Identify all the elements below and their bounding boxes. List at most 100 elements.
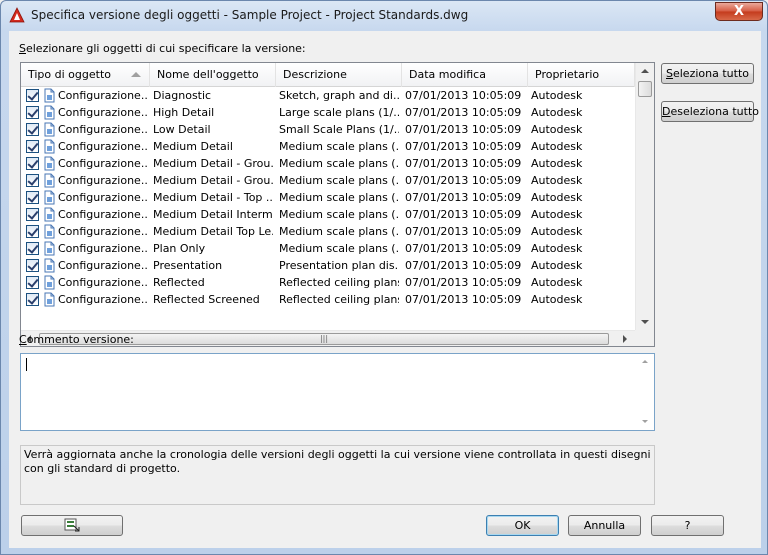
select-all-button[interactable]: Seleziona tutto — [661, 63, 754, 84]
table-row[interactable]: Configurazione... Medium Detail - Top ...… — [21, 189, 635, 206]
row-checkbox[interactable] — [26, 174, 39, 187]
cell-name: Medium Detail - Grou... — [153, 157, 273, 170]
column-header-description-label: Descrizione — [283, 68, 347, 81]
cell-date: 07/01/2013 10:05:09 — [405, 276, 522, 289]
cell-desc: Reflected ceiling plans — [279, 293, 399, 306]
icon-button[interactable] — [21, 515, 123, 536]
cancel-button[interactable]: Annulla — [568, 515, 641, 536]
column-header-name[interactable]: Nome dell'oggetto — [150, 63, 276, 87]
table-row[interactable]: Configurazione... Plan Only Medium scale p… — [21, 240, 635, 257]
cell-owner: Autodesk — [531, 157, 583, 170]
display-configuration-icon — [44, 88, 55, 103]
comment-scrollbar[interactable] — [637, 354, 654, 430]
scroll-down-icon[interactable] — [641, 320, 649, 324]
row-checkbox[interactable] — [26, 191, 39, 204]
ok-button[interactable]: OK — [486, 515, 559, 536]
cell-name: Medium Detail - Top ... — [153, 191, 273, 204]
cell-type: Configurazione... — [58, 174, 148, 187]
deselect-all-button[interactable]: Deseleziona tutto — [661, 101, 759, 122]
select-objects-label: Selezionare gli oggetti di cui specifica… — [19, 42, 306, 55]
column-header-owner[interactable]: Proprietario — [528, 63, 635, 87]
table-row[interactable]: Configurazione... Medium Detail - Grou...… — [21, 155, 635, 172]
column-header-owner-label: Proprietario — [535, 68, 600, 81]
table-row[interactable]: Configurazione... Medium Detail Interm...… — [21, 206, 635, 223]
close-icon: X — [733, 4, 745, 19]
display-configuration-icon — [44, 258, 55, 273]
row-checkbox[interactable] — [26, 140, 39, 153]
cell-owner: Autodesk — [531, 259, 583, 272]
grip-icon: ||| — [319, 334, 329, 343]
cell-date: 07/01/2013 10:05:09 — [405, 89, 522, 102]
comment-scroll-down-icon[interactable] — [642, 420, 648, 423]
cell-desc: Medium scale plans (... — [279, 208, 399, 221]
column-header-type[interactable]: Tipo di oggetto — [21, 63, 150, 87]
cell-type: Configurazione... — [58, 191, 148, 204]
cell-owner: Autodesk — [531, 225, 583, 238]
table-row[interactable]: Configurazione... Presentation Presentatio… — [21, 257, 635, 274]
objects-list[interactable]: Tipo di oggetto Nome dell'oggetto Descri… — [20, 62, 655, 347]
select-objects-label-mnemonic: S — [19, 42, 26, 55]
display-configuration-icon — [44, 224, 55, 239]
cell-owner: Autodesk — [531, 174, 583, 187]
table-row[interactable]: Configurazione... Reflected Reflected ceil… — [21, 274, 635, 291]
table-row[interactable]: Configurazione... Diagnostic Sketch, graph… — [21, 87, 635, 104]
cell-date: 07/01/2013 10:05:09 — [405, 123, 522, 136]
display-configuration-icon — [44, 190, 55, 205]
cell-owner: Autodesk — [531, 106, 583, 119]
comment-scroll-up-icon[interactable] — [642, 360, 648, 363]
row-checkbox[interactable] — [26, 259, 39, 272]
sort-ascending-icon — [131, 72, 141, 77]
cell-desc: Medium scale plans (... — [279, 242, 399, 255]
table-row[interactable]: Configurazione... Medium Detail - Grou...… — [21, 172, 635, 189]
row-checkbox[interactable] — [26, 225, 39, 238]
table-row[interactable]: Configurazione... Reflected Screened Refle… — [21, 291, 635, 308]
comment-input[interactable] — [20, 353, 655, 431]
dialog-client-area: Selezionare gli oggetti di cui specifica… — [9, 31, 761, 548]
cell-name: Reflected — [153, 276, 205, 289]
scroll-right-icon[interactable] — [623, 335, 627, 343]
close-button[interactable]: X — [715, 2, 763, 21]
row-checkbox[interactable] — [26, 293, 39, 306]
table-row[interactable]: Configurazione... Medium Detail Medium sca… — [21, 138, 635, 155]
cell-date: 07/01/2013 10:05:09 — [405, 242, 522, 255]
cell-owner: Autodesk — [531, 140, 583, 153]
row-checkbox[interactable] — [26, 89, 39, 102]
deselect-all-label: eseleziona tutto — [670, 105, 759, 118]
cell-desc: Medium scale plans (... — [279, 174, 399, 187]
cell-name: Diagnostic — [153, 89, 212, 102]
help-button[interactable]: ? — [651, 515, 724, 536]
cell-date: 07/01/2013 10:05:09 — [405, 174, 522, 187]
cell-desc: Sketch, graph and di... — [279, 89, 399, 102]
comment-label-mnemonic: C — [19, 333, 27, 346]
select-all-mnemonic: S — [666, 67, 673, 80]
row-checkbox[interactable] — [26, 157, 39, 170]
table-row[interactable]: Configurazione... Low Detail Small Scale P… — [21, 121, 635, 138]
vertical-scrollbar[interactable] — [635, 63, 654, 330]
column-header-description[interactable]: Descrizione — [276, 63, 402, 87]
info-message: Verrà aggiornata anche la cronologia del… — [20, 445, 655, 505]
list-header: Tipo di oggetto Nome dell'oggetto Descri… — [21, 63, 635, 87]
cell-name: Medium Detail — [153, 140, 233, 153]
title-bar[interactable]: Specifica versione degli oggetti - Sampl… — [1, 1, 767, 29]
scroll-up-icon[interactable] — [641, 69, 649, 73]
text-caret — [26, 358, 27, 371]
table-row[interactable]: Configurazione... Medium Detail Top Le...… — [21, 223, 635, 240]
cell-desc: Presentation plan dis... — [279, 259, 399, 272]
table-row[interactable]: Configurazione... High Detail Large scale … — [21, 104, 635, 121]
cell-date: 07/01/2013 10:05:09 — [405, 225, 522, 238]
cell-type: Configurazione... — [58, 140, 148, 153]
cell-type: Configurazione... — [58, 157, 148, 170]
row-checkbox[interactable] — [26, 208, 39, 221]
row-checkbox[interactable] — [26, 276, 39, 289]
row-checkbox[interactable] — [26, 123, 39, 136]
column-header-modified[interactable]: Data modifica — [402, 63, 528, 87]
vertical-scroll-thumb[interactable] — [638, 81, 652, 97]
display-configuration-icon — [44, 207, 55, 222]
cell-type: Configurazione... — [58, 106, 148, 119]
cell-type: Configurazione... — [58, 89, 148, 102]
cell-owner: Autodesk — [531, 293, 583, 306]
cell-type: Configurazione... — [58, 276, 148, 289]
row-checkbox[interactable] — [26, 242, 39, 255]
cell-type: Configurazione... — [58, 208, 148, 221]
row-checkbox[interactable] — [26, 106, 39, 119]
